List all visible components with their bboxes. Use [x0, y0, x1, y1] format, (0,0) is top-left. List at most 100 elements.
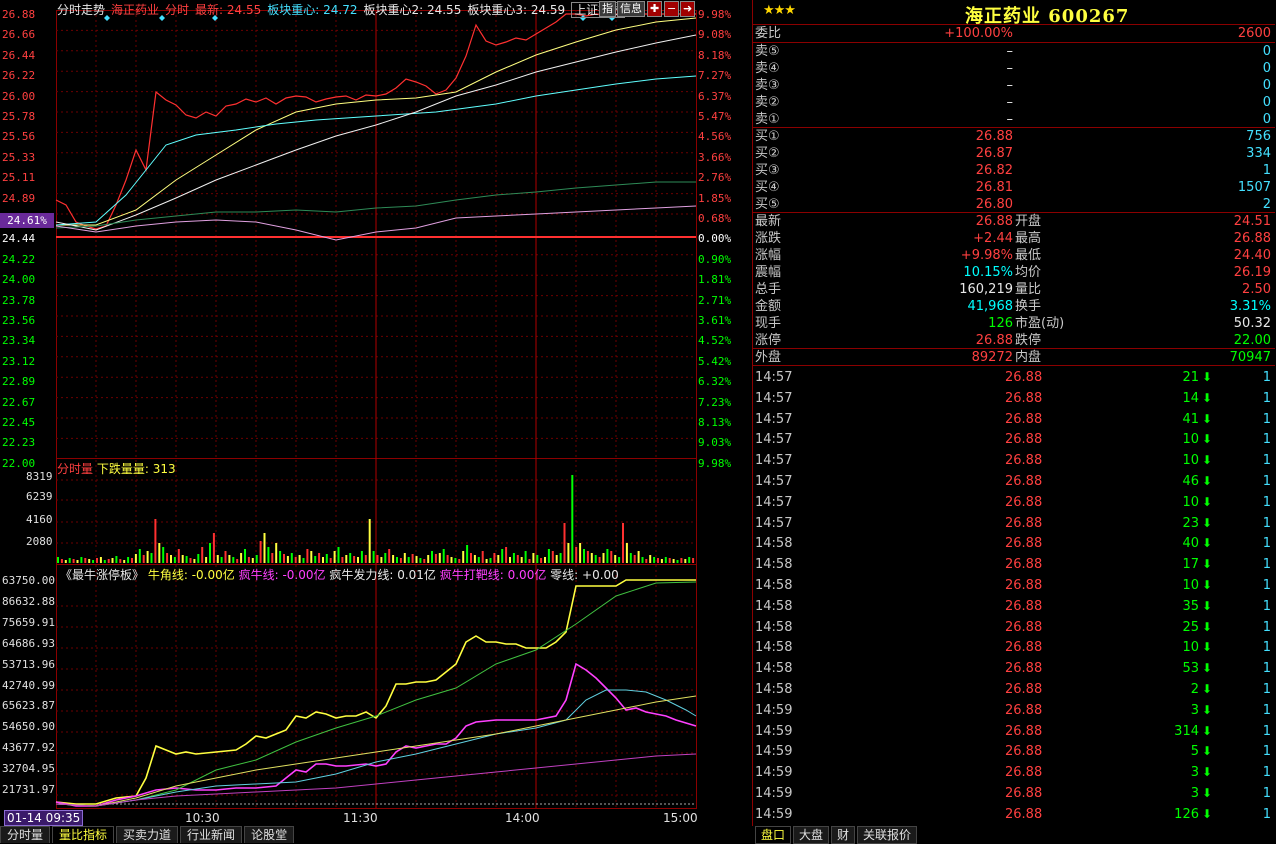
volume-bar — [364, 555, 367, 563]
tick-count: 1 — [1262, 619, 1271, 635]
tick-row: 14:58 26.88 10 1 ⬇ — [753, 575, 1275, 596]
minus-icon[interactable]: − — [664, 1, 680, 17]
volume-bar — [579, 543, 582, 563]
stat-label: 内盘 — [1015, 350, 1042, 365]
volume-bar — [279, 551, 282, 563]
weibi-row: 委比 +100.00% 2600 — [753, 25, 1275, 42]
tick-count: 1 — [1262, 723, 1271, 739]
volume-bar — [567, 543, 570, 563]
tab-forum[interactable]: 论股堂 — [244, 826, 295, 843]
time-label: 14:00 — [505, 811, 540, 825]
down-arrow-icon: ⬇ — [1202, 598, 1213, 613]
sell-price: – — [1006, 61, 1014, 76]
volume-bar — [660, 559, 663, 563]
tick-price: 26.88 — [1005, 411, 1043, 427]
chart-mode: 分时 — [165, 3, 190, 17]
volume-bar — [489, 558, 492, 563]
tick-time: 14:58 — [755, 557, 793, 573]
volume-bar — [614, 555, 617, 563]
tick-time: 14:59 — [755, 786, 793, 801]
tick-volume: 3 — [1190, 702, 1199, 718]
tick-row: 14:58 26.88 10 1 ⬇ — [753, 637, 1275, 658]
tab-industry-news[interactable]: 行业新闻 — [180, 826, 243, 843]
volume-bar — [520, 557, 523, 563]
tab-pankou[interactable]: 盘口 — [755, 826, 792, 844]
stat-label: 最低 — [1015, 248, 1042, 263]
tab-related-quotes[interactable]: 关联报价 — [857, 826, 918, 844]
sell-label: 卖① — [755, 112, 780, 127]
volume-bar — [509, 557, 511, 563]
tick-row: 14:59 26.88 126 1 ⬇ — [753, 804, 1275, 825]
stat-row: 最新 26.88 开盘 24.51 — [753, 213, 1275, 230]
tick-row: 14:58 26.88 2 1 ⬇ — [753, 679, 1275, 700]
buy-volume: 756 — [1246, 129, 1271, 144]
volume-bar — [606, 549, 609, 563]
tick-count: 1 — [1262, 390, 1271, 406]
sell-price: – — [1006, 95, 1014, 110]
volume-bar — [657, 558, 659, 563]
tab-volume-ratio[interactable]: 量比指标 — [52, 826, 115, 843]
tick-volume: 46 — [1182, 474, 1199, 489]
volume-bar — [512, 553, 515, 563]
tab-market[interactable]: 大盘 — [793, 826, 830, 844]
down-arrow-icon: ⬇ — [1202, 390, 1213, 405]
volume-bar — [649, 555, 652, 563]
volume-bar — [501, 549, 504, 563]
volume-bar — [170, 555, 172, 563]
tab-volume[interactable]: 分时量 — [0, 826, 51, 843]
volume-bar — [189, 558, 192, 563]
price-tick: 23.56 — [2, 314, 36, 327]
intraday-chart[interactable] — [0, 0, 752, 826]
plus-icon[interactable]: ✚ — [647, 1, 663, 17]
tick-volume: 21 — [1182, 370, 1199, 385]
tick-row: 14:57 26.88 21 1 ⬇ — [753, 367, 1275, 388]
volume-bar — [544, 557, 546, 563]
volume-bar — [419, 558, 422, 563]
volume-bar — [92, 560, 95, 563]
info-button[interactable]: 信息 — [617, 1, 645, 17]
tick-price: 26.88 — [1005, 661, 1043, 677]
volume-bar — [637, 551, 640, 563]
tab-buy-sell-force[interactable]: 买卖力道 — [116, 826, 179, 843]
stat-row: 外盘 89272 内盘 70947 — [753, 348, 1275, 366]
price-tick: 23.78 — [2, 293, 36, 307]
volume-bar — [111, 558, 114, 563]
tick-row: 14:59 26.88 3 1 ⬇ — [753, 783, 1275, 804]
volume-subtitle: 下跌量量: 313 — [96, 462, 176, 476]
tick-time: 14:57 — [755, 432, 793, 448]
stat-value: 22.00 — [1233, 333, 1271, 348]
volume-bar — [505, 547, 508, 563]
buy-volume: 2 — [1262, 197, 1271, 212]
volume-bar — [127, 557, 130, 563]
cursor-time: 01-14 09:35 — [4, 810, 84, 826]
volume-bar — [407, 557, 410, 563]
stat-label: 换手 — [1015, 299, 1042, 314]
volume-header: 分时量 下跌量量: 313 — [57, 460, 176, 477]
indicator-name[interactable]: 《最牛涨停板》 — [60, 568, 144, 582]
tick-count: 1 — [1262, 515, 1271, 531]
tick-count: 1 — [1262, 661, 1271, 677]
volume-bar — [251, 558, 254, 563]
volume-bar — [72, 559, 75, 563]
stat-value: 3.31% — [1229, 299, 1271, 314]
down-arrow-icon: ⬇ — [1202, 786, 1213, 800]
stat-row: 总手 160,219 量比 2.50 — [753, 281, 1275, 298]
arrow-right-icon[interactable]: ➜ — [680, 1, 696, 17]
percent-tick: 2.71% — [698, 293, 732, 307]
price-tick: 24.89 — [2, 191, 36, 205]
volume-bar — [224, 551, 227, 563]
volume-bar — [559, 553, 562, 563]
tick-volume: 10 — [1182, 578, 1199, 593]
volume-bar — [134, 554, 137, 563]
volume-bar — [271, 553, 274, 563]
tick-volume: 3 — [1190, 765, 1199, 781]
tick-time: 14:59 — [755, 702, 793, 718]
time-label: 15:00 — [663, 811, 698, 825]
volume-bar — [302, 558, 305, 563]
tab-finance[interactable]: 财 — [831, 826, 856, 844]
zhi-button[interactable]: 指 — [599, 1, 616, 17]
volume-bar — [493, 553, 496, 563]
price-tick: 22.67 — [2, 395, 36, 409]
percent-tick: 5.42% — [698, 354, 732, 368]
tick-time: 14:58 — [755, 598, 793, 614]
